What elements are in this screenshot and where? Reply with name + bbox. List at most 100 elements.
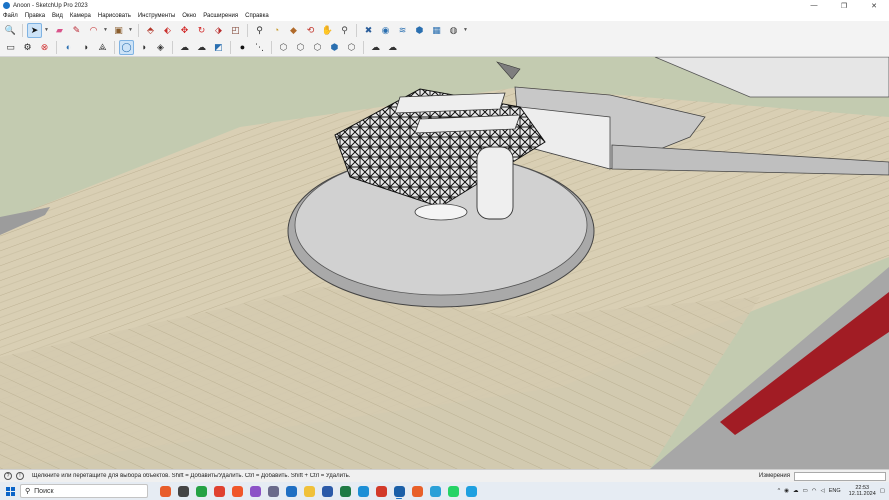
maximize-button[interactable]: ❐ (829, 0, 859, 11)
status-bar: ? ! Щелкните или перетащите для выбора о… (0, 469, 889, 482)
edge-icon[interactable] (354, 482, 372, 500)
open-folder-icon[interactable]: ▭ (3, 40, 18, 55)
minimize-button[interactable]: — (799, 0, 829, 11)
close-button[interactable]: ✕ (859, 0, 889, 11)
pencil-line-icon[interactable]: ✎ (69, 23, 84, 38)
sketchup-taskbar-icon[interactable] (390, 482, 408, 500)
file-explorer-icon[interactable] (300, 482, 318, 500)
task-view-icon[interactable] (174, 482, 192, 500)
follow-me-icon[interactable]: ⬖ (160, 23, 175, 38)
back-edges-icon[interactable]: ◑ (136, 40, 151, 55)
tray-chevron-icon[interactable]: ^ (778, 488, 781, 494)
extension-warehouse-icon[interactable]: ≋ (395, 23, 410, 38)
toolbar-separator (363, 41, 364, 54)
firefox-icon[interactable] (408, 482, 426, 500)
store-glyph (375, 485, 387, 497)
solid-tools-subtract-icon[interactable]: ⬡ (293, 40, 308, 55)
zoom-extents-icon[interactable]: 🔍 (3, 23, 18, 38)
info-icon[interactable]: ! (16, 472, 24, 480)
measurements-input[interactable] (794, 471, 886, 481)
whatsapp-store-icon[interactable] (192, 482, 210, 500)
section-plane-icon[interactable]: ✖ (361, 23, 376, 38)
menu-camera[interactable]: Камера (70, 13, 91, 19)
menu-view[interactable]: Вид (52, 13, 63, 19)
offset-tool-icon[interactable]: ◰ (228, 23, 243, 38)
menu-edit[interactable]: Правка (25, 13, 45, 19)
paint-bucket-icon[interactable]: ◆ (286, 23, 301, 38)
copilot-app-icon[interactable] (156, 482, 174, 500)
chevron-down-icon[interactable]: ▼ (44, 23, 49, 38)
telegram-icon[interactable] (426, 482, 444, 500)
cancel-circle-icon[interactable]: ⊗ (37, 40, 52, 55)
language-indicator[interactable]: ENG (829, 488, 841, 494)
menu-bar: Файл Правка Вид Камера Нарисовать Инстру… (0, 11, 889, 21)
user-account-icon[interactable]: ◍ (446, 23, 461, 38)
zoom-tool-icon[interactable]: ⚲ (337, 23, 352, 38)
cloud-icon[interactable]: ☁ (793, 488, 799, 494)
wifi-icon[interactable]: ◠ (812, 488, 817, 494)
chevron-down-icon[interactable]: ▼ (128, 23, 133, 38)
solid-tools-union-icon[interactable]: ⬡ (276, 40, 291, 55)
orbit-tool-icon[interactable]: ⟲ (303, 23, 318, 38)
chevron-down-icon[interactable]: ▼ (463, 23, 468, 38)
dashed-line-icon[interactable]: ⋱ (252, 40, 267, 55)
protractor-icon[interactable]: ◔ (269, 23, 284, 38)
word-icon[interactable] (318, 482, 336, 500)
add-location-icon[interactable]: ◑ (78, 40, 93, 55)
display-icon[interactable]: ▭ (803, 488, 808, 494)
chrome-icon[interactable] (210, 482, 228, 500)
brave-browser-icon[interactable] (228, 482, 246, 500)
volume-icon[interactable]: ◁ (821, 488, 825, 494)
layout-send-icon[interactable]: ⬢ (412, 23, 427, 38)
store-icon[interactable] (372, 482, 390, 500)
move-tool-icon[interactable]: ✥ (177, 23, 192, 38)
app-purple-icon[interactable] (246, 482, 264, 500)
select-tool-icon[interactable]: ➤ (27, 22, 42, 38)
menu-file[interactable]: Файл (3, 13, 18, 19)
menu-tools[interactable]: Инструменты (138, 13, 175, 19)
menu-extensions[interactable]: Расширения (203, 13, 238, 19)
rectangle-tool-icon[interactable]: ▣ (111, 23, 126, 38)
menu-window[interactable]: Окно (182, 13, 196, 19)
chevron-down-icon[interactable]: ▼ (103, 23, 108, 38)
geo-location-icon[interactable]: ◐ (61, 40, 76, 55)
scale-tool-icon[interactable]: ⬗ (211, 23, 226, 38)
menu-draw[interactable]: Нарисовать (98, 13, 131, 19)
taskbar-clock[interactable]: 22:53 12.11.2024 (849, 485, 876, 498)
solid-tools-split-icon[interactable]: ⬡ (344, 40, 359, 55)
tape-measure-icon[interactable]: ⚲ (252, 23, 267, 38)
whatsapp-icon[interactable] (444, 482, 462, 500)
cloud-export-icon[interactable]: ☁ (385, 40, 400, 55)
pan-tool-icon[interactable]: ✋ (320, 23, 335, 38)
terrain-icon[interactable]: ⟁ (95, 40, 110, 55)
window-title: Anoon - SketchUp Pro 2023 (13, 2, 88, 9)
rotate-tool-icon[interactable]: ↻ (194, 23, 209, 38)
wireframe-icon[interactable]: ◈ (153, 40, 168, 55)
record-icon[interactable]: ◉ (784, 488, 789, 494)
menu-help[interactable]: Справка (245, 13, 269, 19)
share-model-icon[interactable]: ◩ (211, 40, 226, 55)
notifications-icon[interactable]: ▢ (880, 488, 885, 494)
eraser-icon[interactable]: ▰ (52, 23, 67, 38)
solid-tools-trim-icon[interactable]: ⬢ (327, 40, 342, 55)
3d-warehouse-icon[interactable]: ◉ (378, 23, 393, 38)
model-viewport[interactable] (0, 57, 889, 469)
xray-mode-icon[interactable]: ◯ (119, 40, 134, 55)
taskbar-search[interactable]: ⚲ Поиск (20, 484, 148, 498)
start-button[interactable] (0, 482, 20, 500)
outlook-icon[interactable] (282, 482, 300, 500)
solid-tools-intersect-icon[interactable]: ⬡ (310, 40, 325, 55)
excel-icon[interactable] (336, 482, 354, 500)
point-dot-icon[interactable]: ● (235, 40, 250, 55)
settings-app-icon[interactable] (264, 482, 282, 500)
settings-gear-icon[interactable]: ⚙ (20, 40, 35, 55)
cloud-sync-icon[interactable]: ☁ (368, 40, 383, 55)
windows-logo-icon (5, 486, 15, 496)
upload-cloud-icon[interactable]: ☁ (177, 40, 192, 55)
push-pull-icon[interactable]: ⬘ (143, 23, 158, 38)
skype-icon[interactable] (462, 482, 480, 500)
download-cloud-icon[interactable]: ☁ (194, 40, 209, 55)
extension-manager-icon[interactable]: ▦ (429, 23, 444, 38)
arc-tool-icon[interactable]: ◠ (86, 23, 101, 38)
help-icon[interactable]: ? (4, 472, 12, 480)
